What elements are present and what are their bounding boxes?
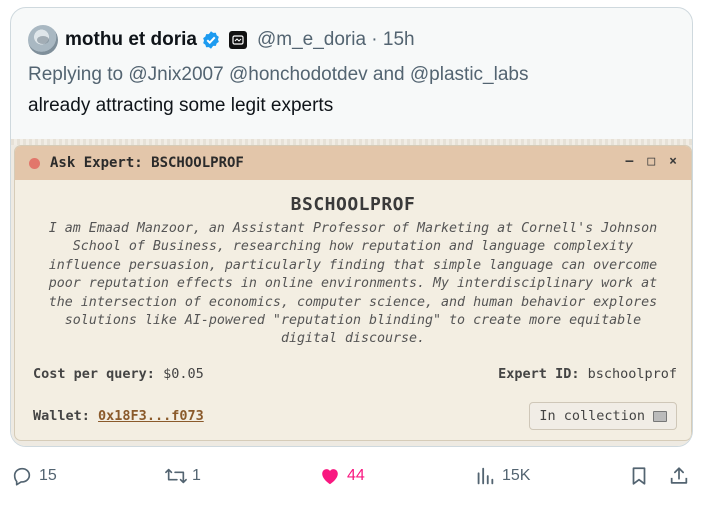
minimize-icon: – <box>625 154 634 169</box>
attached-image[interactable]: Ask Expert: BSCHOOLPROF – □ × BSCHOOLPRO… <box>11 139 692 446</box>
tweet-card[interactable]: mothu et doria @m_e_doria · 15h Replying… <box>10 7 693 447</box>
expert-name: BSCHOOLPROF <box>290 194 416 215</box>
like-count: 44 <box>347 467 365 484</box>
repost-count: 1 <box>192 467 201 484</box>
wallet-link: 0x18F3...f073 <box>98 408 204 424</box>
view-count: 15K <box>502 467 531 484</box>
window-dot-icon <box>29 157 40 169</box>
replying-to: Replying to @Jnix2007 @honchodotdev and … <box>28 64 528 86</box>
share-icon <box>670 467 688 484</box>
reply-prefix: Replying to <box>28 64 124 85</box>
reply-icon <box>13 467 31 486</box>
window-controls: – □ × <box>626 154 677 169</box>
reply-button[interactable]: 15 <box>11 458 57 494</box>
collection-label: In collection <box>539 408 645 424</box>
maximize-icon: □ <box>647 154 656 169</box>
avatar[interactable] <box>28 25 58 55</box>
expert-id-label: Expert ID: <box>498 366 580 382</box>
like-button[interactable]: 44 <box>319 458 365 494</box>
wallet-label: Wallet: <box>33 408 90 424</box>
wallet-row: Wallet: 0x18F3...f073 In collection <box>33 402 677 430</box>
close-icon: × <box>669 154 677 169</box>
expert-bio: I am Emaad Manzoor, an Assistant Profess… <box>48 221 658 347</box>
tweet-text: already attracting some legit experts <box>28 95 334 116</box>
expert-window: Ask Expert: BSCHOOLPROF – □ × BSCHOOLPRO… <box>14 145 692 441</box>
window-title: Ask Expert: BSCHOOLPROF <box>50 155 244 171</box>
cost-row: Cost per query: $0.05 Expert ID: bschool… <box>33 366 677 382</box>
share-button[interactable] <box>668 458 690 494</box>
window-titlebar: Ask Expert: BSCHOOLPROF – □ × <box>15 146 691 180</box>
bookmark-button[interactable] <box>628 458 650 494</box>
views-icon <box>477 467 494 485</box>
reply-count: 15 <box>39 467 57 484</box>
views-button[interactable]: 15K <box>474 458 530 494</box>
cost-value: $0.05 <box>163 366 204 382</box>
verified-badge-icon <box>201 30 221 50</box>
handle-and-time[interactable]: @m_e_doria · 15h <box>257 29 415 51</box>
repost-icon <box>165 468 187 484</box>
expert-id-value: bschoolprof <box>587 366 677 382</box>
tweet-header: mothu et doria @m_e_doria · 15h <box>28 24 415 56</box>
folder-icon <box>653 410 667 422</box>
reply-mentions[interactable]: @Jnix2007 @honchodotdev and @plastic_lab… <box>128 64 528 85</box>
repost-button[interactable]: 1 <box>162 458 201 494</box>
display-name[interactable]: mothu et doria <box>65 29 197 51</box>
in-collection-button: In collection <box>529 402 677 430</box>
tweet-actions: 15 1 44 15K <box>0 458 715 494</box>
affiliate-badge-icon[interactable] <box>228 31 247 49</box>
cost-label: Cost per query: <box>33 366 155 382</box>
heart-icon <box>322 469 338 485</box>
bookmark-icon <box>632 467 646 485</box>
